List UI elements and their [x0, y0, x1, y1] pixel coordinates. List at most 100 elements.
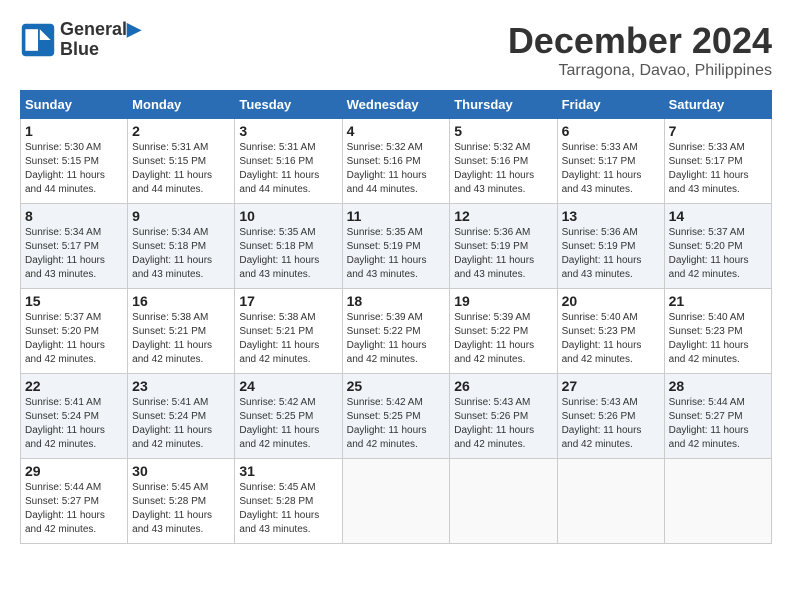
calendar-cell: 11Sunrise: 5:35 AMSunset: 5:19 PMDayligh…: [342, 204, 450, 289]
day-number: 18: [347, 293, 446, 309]
calendar-cell: 17 Sunrise: 5:38 AMSunset: 5:21 PMDayligh…: [235, 289, 342, 374]
header-cell-thursday: Thursday: [450, 91, 557, 119]
calendar-cell: 23Sunrise: 5:41 AMSunset: 5:24 PMDayligh…: [128, 374, 235, 459]
header-cell-friday: Friday: [557, 91, 664, 119]
day-info: Sunrise: 5:34 AMSunset: 5:17 PMDaylight:…: [25, 226, 123, 282]
calendar-table: SundayMondayTuesdayWednesdayThursdayFrid…: [20, 90, 772, 544]
day-info: Sunrise: 5:33 AMSunset: 5:17 PMDaylight:…: [669, 141, 767, 197]
day-info: Sunrise: 5:38 AMSunset: 5:21 PMDaylight:…: [239, 311, 337, 367]
calendar-cell: 21 Sunrise: 5:40 AMSunset: 5:23 PMDayligh…: [664, 289, 771, 374]
day-info: Sunrise: 5:45 AMSunset: 5:28 PMDaylight:…: [132, 481, 230, 537]
calendar-week-2: 8 Sunrise: 5:34 AMSunset: 5:17 PMDaylight…: [21, 204, 772, 289]
calendar-cell: 3 Sunrise: 5:31 AMSunset: 5:16 PMDaylight…: [235, 119, 342, 204]
day-info: Sunrise: 5:44 AMSunset: 5:27 PMDaylight:…: [25, 481, 123, 537]
header-cell-tuesday: Tuesday: [235, 91, 342, 119]
day-number: 3: [239, 123, 337, 139]
day-number: 23: [132, 378, 230, 394]
calendar-cell: 25Sunrise: 5:42 AMSunset: 5:25 PMDayligh…: [342, 374, 450, 459]
day-number: 1: [25, 123, 123, 139]
calendar-header: SundayMondayTuesdayWednesdayThursdayFrid…: [21, 91, 772, 119]
day-info: Sunrise: 5:37 AMSunset: 5:20 PMDaylight:…: [669, 226, 767, 282]
calendar-cell: 18 Sunrise: 5:39 AMSunset: 5:22 PMDayligh…: [342, 289, 450, 374]
day-info: Sunrise: 5:34 AMSunset: 5:18 PMDaylight:…: [132, 226, 230, 282]
day-info: Sunrise: 5:31 AMSunset: 5:15 PMDaylight:…: [132, 141, 230, 197]
calendar-cell: 27Sunrise: 5:43 AMSunset: 5:26 PMDayligh…: [557, 374, 664, 459]
calendar-cell: 16Sunrise: 5:38 AMSunset: 5:21 PMDayligh…: [128, 289, 235, 374]
calendar-cell: [557, 459, 664, 544]
calendar-cell: 7 Sunrise: 5:33 AMSunset: 5:17 PMDaylight…: [664, 119, 771, 204]
header-cell-wednesday: Wednesday: [342, 91, 450, 119]
header-cell-monday: Monday: [128, 91, 235, 119]
location-title: Tarragona, Davao, Philippines: [508, 62, 772, 80]
day-number: 5: [454, 123, 552, 139]
day-info: Sunrise: 5:38 AMSunset: 5:21 PMDaylight:…: [132, 311, 230, 367]
logo-icon: [20, 22, 56, 58]
day-number: 12: [454, 208, 552, 224]
day-number: 24: [239, 378, 337, 394]
day-number: 20: [562, 293, 660, 309]
day-info: Sunrise: 5:37 AMSunset: 5:20 PMDaylight:…: [25, 311, 123, 367]
calendar-week-5: 29 Sunrise: 5:44 AMSunset: 5:27 PMDayligh…: [21, 459, 772, 544]
day-info: Sunrise: 5:39 AMSunset: 5:22 PMDaylight:…: [347, 311, 446, 367]
calendar-week-4: 22 Sunrise: 5:41 AMSunset: 5:24 PMDayligh…: [21, 374, 772, 459]
day-number: 17: [239, 293, 337, 309]
day-number: 22: [25, 378, 123, 394]
day-number: 10: [239, 208, 337, 224]
day-number: 11: [347, 208, 446, 224]
calendar-cell: 29 Sunrise: 5:44 AMSunset: 5:27 PMDayligh…: [21, 459, 128, 544]
day-info: Sunrise: 5:36 AMSunset: 5:19 PMDaylight:…: [562, 226, 660, 282]
calendar-cell: [342, 459, 450, 544]
calendar-week-3: 15Sunrise: 5:37 AMSunset: 5:20 PMDayligh…: [21, 289, 772, 374]
calendar-cell: 30 Sunrise: 5:45 AMSunset: 5:28 PMDayligh…: [128, 459, 235, 544]
day-info: Sunrise: 5:40 AMSunset: 5:23 PMDaylight:…: [562, 311, 660, 367]
day-number: 7: [669, 123, 767, 139]
calendar-cell: 14 Sunrise: 5:37 AMSunset: 5:20 PMDayligh…: [664, 204, 771, 289]
day-info: Sunrise: 5:41 AMSunset: 5:24 PMDaylight:…: [25, 396, 123, 452]
day-number: 26: [454, 378, 552, 394]
calendar-cell: 2 Sunrise: 5:31 AMSunset: 5:15 PMDaylight…: [128, 119, 235, 204]
title-block: December 2024 Tarragona, Davao, Philippi…: [508, 20, 772, 80]
day-number: 31: [239, 463, 337, 479]
day-info: Sunrise: 5:43 AMSunset: 5:26 PMDaylight:…: [562, 396, 660, 452]
day-number: 6: [562, 123, 660, 139]
calendar-cell: 1 Sunrise: 5:30 AMSunset: 5:15 PMDaylight…: [21, 119, 128, 204]
page-header: General▶ Blue December 2024 Tarragona, D…: [20, 20, 772, 80]
day-number: 2: [132, 123, 230, 139]
day-number: 8: [25, 208, 123, 224]
calendar-cell: 31 Sunrise: 5:45 AMSunset: 5:28 PMDayligh…: [235, 459, 342, 544]
calendar-cell: 5 Sunrise: 5:32 AMSunset: 5:16 PMDaylight…: [450, 119, 557, 204]
day-info: Sunrise: 5:45 AMSunset: 5:28 PMDaylight:…: [239, 481, 337, 537]
day-info: Sunrise: 5:42 AMSunset: 5:25 PMDaylight:…: [239, 396, 337, 452]
day-info: Sunrise: 5:36 AMSunset: 5:19 PMDaylight:…: [454, 226, 552, 282]
day-info: Sunrise: 5:32 AMSunset: 5:16 PMDaylight:…: [454, 141, 552, 197]
day-info: Sunrise: 5:43 AMSunset: 5:26 PMDaylight:…: [454, 396, 552, 452]
logo-text: General▶ Blue: [60, 20, 141, 60]
day-number: 14: [669, 208, 767, 224]
day-number: 4: [347, 123, 446, 139]
day-info: Sunrise: 5:44 AMSunset: 5:27 PMDaylight:…: [669, 396, 767, 452]
day-info: Sunrise: 5:40 AMSunset: 5:23 PMDaylight:…: [669, 311, 767, 367]
day-info: Sunrise: 5:31 AMSunset: 5:16 PMDaylight:…: [239, 141, 337, 197]
calendar-cell: 28 Sunrise: 5:44 AMSunset: 5:27 PMDayligh…: [664, 374, 771, 459]
calendar-body: 1 Sunrise: 5:30 AMSunset: 5:15 PMDaylight…: [21, 119, 772, 544]
day-number: 9: [132, 208, 230, 224]
calendar-cell: 26 Sunrise: 5:43 AMSunset: 5:26 PMDayligh…: [450, 374, 557, 459]
day-number: 21: [669, 293, 767, 309]
calendar-cell: 20 Sunrise: 5:40 AMSunset: 5:23 PMDayligh…: [557, 289, 664, 374]
header-row: SundayMondayTuesdayWednesdayThursdayFrid…: [21, 91, 772, 119]
day-number: 19: [454, 293, 552, 309]
day-info: Sunrise: 5:30 AMSunset: 5:15 PMDaylight:…: [25, 141, 123, 197]
day-info: Sunrise: 5:35 AMSunset: 5:18 PMDaylight:…: [239, 226, 337, 282]
day-number: 29: [25, 463, 123, 479]
calendar-cell: 10 Sunrise: 5:35 AMSunset: 5:18 PMDayligh…: [235, 204, 342, 289]
day-info: Sunrise: 5:32 AMSunset: 5:16 PMDaylight:…: [347, 141, 446, 197]
day-number: 30: [132, 463, 230, 479]
calendar-cell: 12 Sunrise: 5:36 AMSunset: 5:19 PMDayligh…: [450, 204, 557, 289]
calendar-cell: [664, 459, 771, 544]
calendar-cell: 13Sunrise: 5:36 AMSunset: 5:19 PMDayligh…: [557, 204, 664, 289]
calendar-cell: 9 Sunrise: 5:34 AMSunset: 5:18 PMDaylight…: [128, 204, 235, 289]
calendar-cell: 24 Sunrise: 5:42 AMSunset: 5:25 PMDayligh…: [235, 374, 342, 459]
day-info: Sunrise: 5:33 AMSunset: 5:17 PMDaylight:…: [562, 141, 660, 197]
day-number: 28: [669, 378, 767, 394]
calendar-cell: [450, 459, 557, 544]
